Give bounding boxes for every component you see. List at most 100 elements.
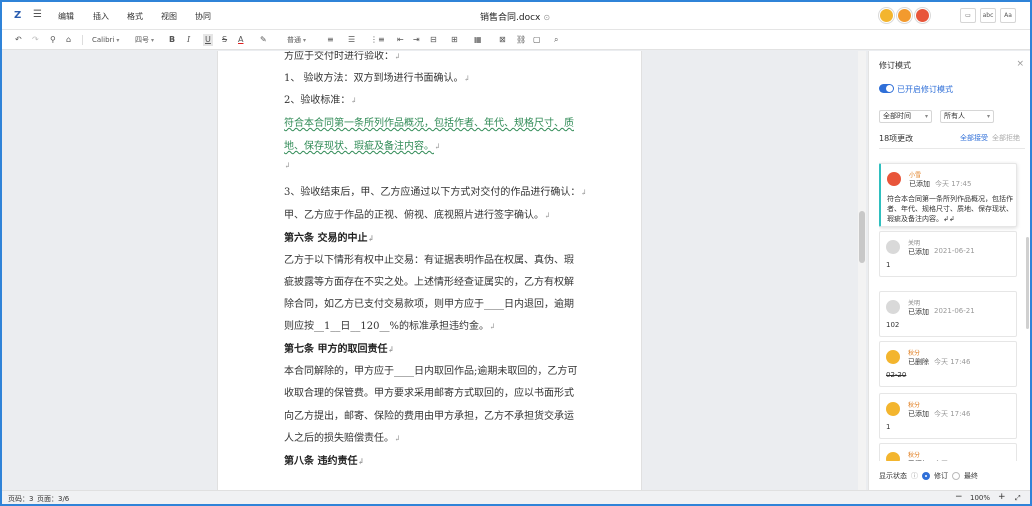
status-bar: 页码：3 页面：3/6 − 100% + ⤢ xyxy=(2,490,1030,504)
time-filter-select[interactable]: 全部时间 ▾ xyxy=(879,110,932,123)
paragraph-line[interactable]: 1、 验收方法：双方到场进行书面确认。↲ xyxy=(284,69,470,84)
paragraph-mark: ↲ xyxy=(580,188,588,197)
grid-icon[interactable]: ▦ xyxy=(474,34,482,46)
font-color-button[interactable]: A xyxy=(238,34,243,46)
change-count: 18项更改 xyxy=(879,134,914,143)
revision-time: 今天 17:45 xyxy=(935,180,972,188)
paragraph-line[interactable]: 人之后的损失赔偿责任。↲ xyxy=(284,429,401,444)
reject-all-link[interactable]: 全部拒绝 xyxy=(992,133,1020,143)
paragraph-mark: ↲ xyxy=(350,96,358,105)
paragraph-line[interactable]: 符合本合同第一条所列作品概况，包括作者、年代、规格尺寸、质 xyxy=(284,114,574,129)
avatar xyxy=(887,172,901,186)
avatar[interactable] xyxy=(897,8,912,23)
paragraph-line[interactable]: 乙方于以下情形有权中止交易：有证据表明作品在权属、真伪、瑕 xyxy=(284,251,574,266)
spellcheck-button[interactable]: abc xyxy=(980,8,996,23)
menu-collab[interactable]: 协同 xyxy=(195,11,211,22)
paragraph-line[interactable]: 疵披露等方面存在不实之处。上述情形经查证属实的，乙方有权解 xyxy=(284,273,574,288)
paragraph-mark: ↲ xyxy=(284,161,291,170)
format-painter-icon[interactable]: ⚲ xyxy=(50,34,56,46)
numbered-list-icon[interactable]: ⋮≡ xyxy=(370,34,385,46)
paragraph-line[interactable]: 向乙方提出，邮寄、保险的费用由甲方承担，乙方不承担货交承运 xyxy=(284,407,574,422)
comment-icon[interactable]: ▢ xyxy=(533,34,541,46)
revision-action: 已添加 xyxy=(908,459,929,461)
chevron-down-icon: ▾ xyxy=(986,113,990,120)
radio-revision[interactable] xyxy=(922,472,930,480)
paragraph-line[interactable]: 甲、乙方应于作品的正视、俯视、底视照片进行签字确认。↲ xyxy=(284,206,551,221)
menu-insert[interactable]: 插入 xyxy=(93,11,109,22)
section-heading[interactable]: 第七条 甲方的取回责任↲ xyxy=(284,340,394,355)
paragraph-line[interactable]: 除合同，如乙方已支付交易款项，则甲方应于____日内退回，逾期 xyxy=(284,295,574,310)
bullet-list-icon[interactable]: ☰ xyxy=(348,34,355,46)
revision-card[interactable]: 秋分 已添加 今天 17:46 1 xyxy=(879,393,1017,439)
toggle-label: 已开启修订模式 xyxy=(897,85,953,94)
scrollbar-thumb[interactable] xyxy=(859,211,865,263)
bold-button[interactable]: B xyxy=(169,34,175,46)
table-icon[interactable]: ⊞ xyxy=(451,34,458,46)
align-icon[interactable]: ≡ xyxy=(327,34,334,46)
reviewer-name: 小雪 xyxy=(909,172,922,179)
hamburger-menu-icon[interactable]: ☰ xyxy=(33,9,42,20)
font-select[interactable]: Calibri ▾ xyxy=(92,34,119,47)
link-icon[interactable]: ⛓ xyxy=(516,34,526,46)
paragraph-line[interactable]: 收取合理的保管费。甲方要求采用邮寄方式取回的，应以书面形式 xyxy=(284,384,574,399)
redo-icon[interactable]: ↷ xyxy=(32,34,39,46)
underline-button[interactable]: U xyxy=(203,34,213,46)
app-logo: Z xyxy=(14,10,22,21)
line-text: 1、 验收方法：双方到场进行书面确认。 xyxy=(284,73,464,84)
image-icon[interactable]: ⊠ xyxy=(499,34,506,46)
revision-action: 已添加 xyxy=(908,410,929,418)
chevron-down-icon: ▾ xyxy=(151,37,155,44)
page-count: 页面：3/6 xyxy=(37,495,70,503)
share-button[interactable]: Aa xyxy=(1000,8,1016,23)
undo-icon[interactable]: ↶ xyxy=(15,34,22,46)
revision-card[interactable]: 关明 已添加 2021-06-21 102 xyxy=(879,291,1017,337)
strikethrough-button[interactable]: S xyxy=(222,34,227,46)
chevron-down-icon: ▾ xyxy=(116,37,120,44)
highlight-button[interactable]: ✎ xyxy=(260,34,267,46)
search-icon[interactable]: ⌕ xyxy=(554,34,558,46)
revision-card[interactable]: 关明 已添加 2021-06-21 1 xyxy=(879,231,1017,277)
revision-card[interactable]: 小雪 已添加 今天 17:45 符合本合同第一条所列作品概况，包括作者、年代、规格尺寸… xyxy=(879,163,1017,227)
zoom-in-button[interactable]: + xyxy=(998,492,1006,502)
revision-card[interactable]: 秋分已添加 今天 17:46 xyxy=(879,443,1017,461)
document-page[interactable]: 方应于交付时进行验收：↲ 1、 验收方法：双方到场进行书面确认。↲ 2、验收标准：↲… xyxy=(217,51,642,490)
line-text: 则应按__1__日__120__%的标准承担违约金。 xyxy=(284,321,489,332)
page-number: 页码：3 xyxy=(8,495,34,503)
menu-view[interactable]: 视图 xyxy=(161,11,177,22)
revision-card[interactable]: 秋分 已删除 今天 17:46 02-20 xyxy=(879,341,1017,387)
chevron-down-icon: ▾ xyxy=(303,37,307,44)
paragraph-line[interactable]: 2、验收标准：↲ xyxy=(284,91,357,106)
paragraph-line[interactable]: 地、保存现状、瑕疵及备注内容。↲ xyxy=(284,137,441,152)
zoom-out-button[interactable]: − xyxy=(955,492,963,502)
accept-all-link[interactable]: 全部接受 xyxy=(960,133,988,143)
menu-edit[interactable]: 编辑 xyxy=(58,11,74,22)
menu-format[interactable]: 格式 xyxy=(127,11,143,22)
indent-icon[interactable]: ⇥ xyxy=(413,34,420,46)
radio-final[interactable] xyxy=(952,472,960,480)
fit-page-icon[interactable]: ⤢ xyxy=(1015,494,1021,503)
paragraph-mark: ↲ xyxy=(394,52,401,61)
style-select[interactable]: 普通 ▾ xyxy=(287,34,306,47)
paragraph-line[interactable]: 则应按__1__日__120__%的标准承担违约金。↲ xyxy=(284,317,496,332)
document-scrollbar[interactable] xyxy=(858,51,866,490)
comment-button[interactable]: ▭ xyxy=(960,8,976,23)
paragraph-line[interactable]: ↲ xyxy=(284,160,291,171)
italic-button[interactable]: I xyxy=(187,34,190,46)
section-heading[interactable]: 第六条 交易的中止↲ xyxy=(284,229,374,244)
paragraph-line[interactable]: 3、验收结束后，甲、乙方应通过以下方式对交付的作品进行确认：↲ xyxy=(284,183,587,198)
avatar[interactable] xyxy=(915,8,930,23)
section-heading[interactable]: 第八条 违约责任↲ xyxy=(284,452,364,467)
clear-format-icon[interactable]: ⌂ xyxy=(66,34,71,46)
avatar[interactable] xyxy=(879,8,894,23)
chevron-down-icon: ▾ xyxy=(924,113,928,120)
revision-toggle[interactable] xyxy=(879,84,894,93)
font-size-select[interactable]: 四号 ▾ xyxy=(135,34,154,47)
paragraph-line[interactable]: 本合同解除的，甲方应于____日内取回作品;逾期未取回的，乙方可 xyxy=(284,362,577,377)
user-filter-select[interactable]: 所有人 ▾ xyxy=(940,110,994,123)
close-icon[interactable]: × xyxy=(1016,59,1024,69)
outdent-icon[interactable]: ⇤ xyxy=(397,34,404,46)
line-spacing-icon[interactable]: ⊟ xyxy=(430,34,437,46)
document-title: 销售合同.docx ⊙ xyxy=(480,10,550,23)
panel-scrollbar[interactable] xyxy=(1026,237,1029,329)
paragraph-line[interactable]: 方应于交付时进行验收：↲ xyxy=(284,51,401,62)
